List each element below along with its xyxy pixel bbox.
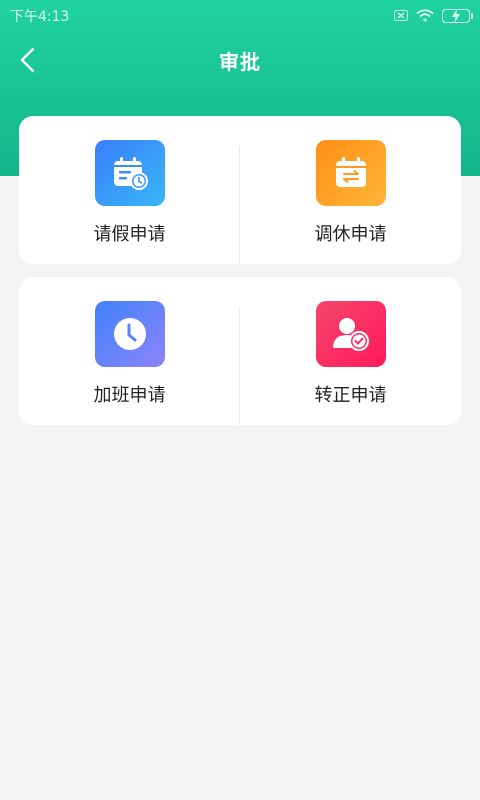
time-off-request-label: 调休申请 [314, 224, 387, 245]
status-icons [394, 8, 473, 24]
overtime-request-item[interactable]: 加班申请 [19, 277, 240, 425]
time-off-request-item[interactable]: 调休申请 [240, 116, 461, 264]
calendar-clock-icon [113, 157, 148, 190]
regularization-request-item[interactable]: 转正申请 [240, 277, 461, 425]
wifi-icon [416, 8, 434, 24]
regularization-request-label: 转正申请 [314, 385, 387, 406]
menu-card-1: 请假申请 调休申请 [19, 116, 461, 264]
card-divider [239, 307, 240, 425]
leave-request-label: 请假申请 [93, 224, 166, 245]
card-divider [239, 146, 240, 264]
status-time: 下午4:13 [10, 9, 70, 25]
page-title: 审批 [219, 49, 261, 74]
calendar-swap-icon [335, 157, 366, 187]
regularization-request-tile [315, 301, 386, 367]
sim-card-off-icon [394, 9, 408, 23]
overtime-request-tile [94, 301, 165, 367]
user-check-icon [332, 318, 369, 351]
overtime-request-label: 加班申请 [93, 385, 166, 406]
leave-request-item[interactable]: 请假申请 [19, 116, 240, 264]
status-bar: 下午4:13 [0, 0, 480, 32]
time-off-request-tile [315, 140, 386, 206]
navigation-bar: 审批 [0, 36, 480, 84]
leave-request-tile [94, 140, 165, 206]
chevron-left-icon [20, 47, 35, 73]
clock-icon [113, 318, 146, 350]
battery-charging-icon [442, 9, 473, 23]
back-button[interactable] [12, 44, 44, 76]
menu-card-2: 加班申请 转正申请 [19, 277, 461, 425]
